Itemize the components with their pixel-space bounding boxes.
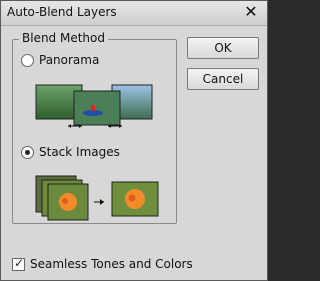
auto-blend-layers-dialog: Auto-Blend Layers ✕ Blend Method Panoram… (0, 0, 268, 281)
stack-images-illustration (35, 175, 159, 221)
ok-button[interactable]: OK (187, 37, 259, 59)
dialog-title: Auto-Blend Layers (7, 5, 117, 19)
radio-selected-dot (25, 150, 30, 155)
seamless-tones-checkbox[interactable]: ✓ (12, 256, 25, 271)
stack-images-radio[interactable] (21, 146, 34, 159)
stack-images-label[interactable]: Stack Images (39, 145, 120, 159)
blend-method-legend: Blend Method (19, 31, 108, 45)
title-bar[interactable]: Auto-Blend Layers ✕ (1, 1, 267, 26)
panorama-radio[interactable] (21, 54, 34, 67)
check-mark-icon: ✓ (14, 256, 25, 270)
cancel-button[interactable]: Cancel (187, 68, 259, 90)
close-icon[interactable]: ✕ (243, 4, 259, 20)
seamless-tones-label[interactable]: Seamless Tones and Colors (30, 257, 193, 271)
panorama-illustration (35, 84, 153, 128)
panorama-label[interactable]: Panorama (39, 53, 99, 67)
